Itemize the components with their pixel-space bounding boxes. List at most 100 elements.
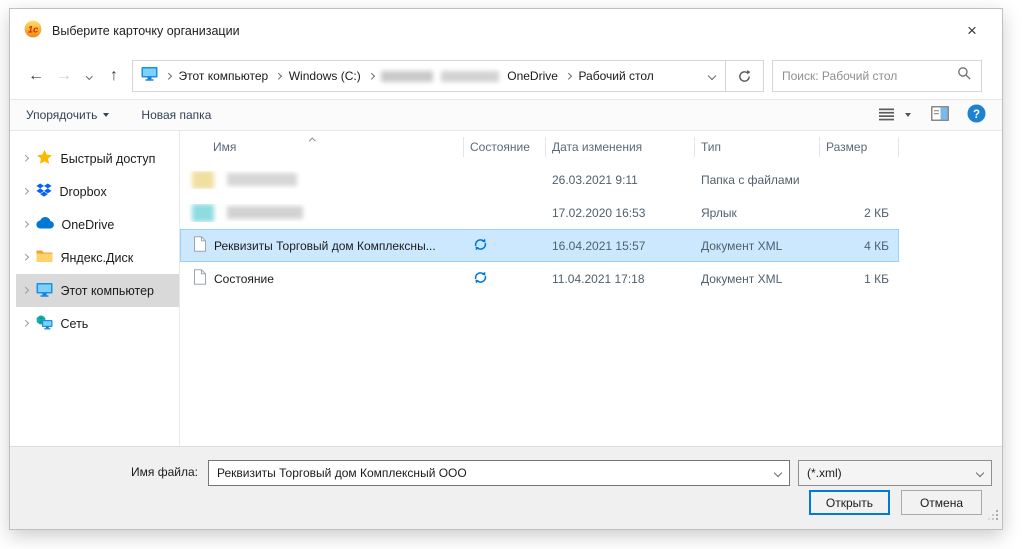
sidebar-item-label: Быстрый доступ (61, 152, 156, 166)
column-header-status[interactable]: Состояние (463, 131, 545, 163)
breadcrumb-item-redacted[interactable] (381, 71, 433, 82)
file-type: Ярлык (694, 206, 819, 220)
breadcrumb-item-drive-c[interactable]: Windows (C:) (289, 69, 361, 83)
new-folder-button[interactable]: Новая папка (141, 108, 211, 122)
filetype-select[interactable]: (*.xml) (798, 460, 992, 486)
forward-button[interactable]: → (50, 62, 78, 90)
close-icon[interactable]: × (956, 16, 988, 46)
sidebar: Быстрый доступ Dropbox OneDrive (10, 131, 180, 446)
history-dropdown-icon[interactable] (78, 62, 100, 90)
sidebar-item-label: Яндекс.Диск (61, 251, 134, 265)
svg-text:?: ? (973, 109, 980, 121)
filename-label: Имя файла: (10, 465, 198, 479)
chevron-down-icon (103, 113, 109, 117)
file-open-dialog: 1с Выберите карточку организации × ← → ↑ (9, 8, 1003, 530)
breadcrumb: Этот компьютер Windows (C:) OneDrive Раб… (133, 61, 699, 91)
details-view-icon[interactable] (878, 107, 895, 124)
expander-icon[interactable] (22, 155, 28, 161)
file-row[interactable]: 26.03.2021 9:11 Папка с файлами (180, 163, 899, 196)
1c-app-icon: 1с (24, 20, 42, 43)
expander-icon[interactable] (22, 320, 28, 326)
expander-icon[interactable] (22, 188, 28, 194)
resize-grip[interactable] (988, 508, 999, 526)
file-row[interactable]: Состояние 11.04.2021 17:18 Документ XML … (180, 262, 899, 295)
file-list: Имя Состояние Дата изменения Тип Размер … (180, 131, 1002, 446)
sidebar-item-label: Сеть (61, 317, 89, 331)
view-controls: ? (878, 104, 986, 126)
file-size: 1 КБ (819, 272, 899, 286)
breadcrumb-item-this-pc[interactable]: Этот компьютер (179, 69, 269, 83)
filename-dropdown-icon[interactable] (767, 461, 789, 485)
column-header-name[interactable]: Имя (180, 131, 463, 163)
column-header-type[interactable]: Тип (694, 131, 819, 163)
column-header-date[interactable]: Дата изменения (545, 131, 694, 163)
file-date: 26.03.2021 9:11 (545, 173, 694, 187)
navigation-bar: ← → ↑ Этот компьютер Windows (C:) (10, 53, 1002, 99)
file-name: Реквизиты Торговый дом Комплексны... (214, 239, 436, 253)
this-pc-icon (141, 66, 158, 86)
svg-text:1с: 1с (28, 24, 39, 35)
sync-icon (473, 237, 488, 255)
sidebar-item-this-pc[interactable]: Этот компьютер (16, 274, 179, 307)
expander-icon[interactable] (22, 287, 28, 293)
sidebar-item-label: Этот компьютер (61, 284, 154, 298)
redacted-file-name (227, 173, 297, 186)
filetype-dropdown-icon[interactable] (969, 461, 991, 485)
sidebar-item-label: Dropbox (60, 185, 107, 199)
expander-icon[interactable] (22, 221, 28, 227)
sidebar-item-dropbox[interactable]: Dropbox (16, 175, 179, 208)
file-type: Документ XML (694, 272, 819, 286)
sidebar-item-quick-access[interactable]: Быстрый доступ (16, 142, 179, 175)
main-area: Быстрый доступ Dropbox OneDrive (10, 131, 1002, 446)
file-name: Состояние (214, 272, 274, 286)
filetype-value: (*.xml) (799, 466, 969, 480)
address-bar[interactable]: Этот компьютер Windows (C:) OneDrive Раб… (132, 60, 764, 92)
open-button[interactable]: Открыть (809, 490, 890, 515)
preview-pane-icon[interactable] (931, 106, 949, 124)
file-size: 2 КБ (819, 206, 899, 220)
computer-icon (36, 282, 53, 300)
file-row-selected[interactable]: Реквизиты Торговый дом Комплексны... 16.… (180, 229, 899, 262)
expander-icon[interactable] (22, 254, 28, 260)
file-row[interactable]: 17.02.2020 16:53 Ярлык 2 КБ (180, 196, 899, 229)
filename-input[interactable] (209, 466, 767, 480)
dropbox-icon (36, 183, 52, 201)
refresh-icon[interactable] (725, 61, 763, 91)
file-date: 17.02.2020 16:53 (545, 206, 694, 220)
search-icon[interactable] (957, 66, 972, 86)
file-type: Документ XML (694, 239, 819, 253)
back-button[interactable]: ← (22, 62, 50, 90)
breadcrumb-item-desktop[interactable]: Рабочий стол (578, 69, 653, 83)
document-icon (192, 269, 207, 288)
column-header-size[interactable]: Размер (819, 131, 899, 163)
file-size: 4 КБ (819, 239, 899, 253)
network-icon (36, 315, 53, 333)
breadcrumb-item-redacted[interactable] (441, 71, 499, 82)
redacted-folder-icon (192, 171, 214, 189)
breadcrumb-item-onedrive[interactable]: OneDrive (507, 69, 558, 83)
up-button[interactable]: ↑ (100, 62, 128, 90)
column-headers: Имя Состояние Дата изменения Тип Размер (180, 131, 1002, 163)
window-title: Выберите карточку организации (52, 24, 240, 38)
help-icon[interactable]: ? (967, 104, 986, 126)
sidebar-item-yandex-disk[interactable]: Яндекс.Диск (16, 241, 179, 274)
star-icon (36, 149, 53, 168)
sidebar-item-network[interactable]: Сеть (16, 307, 179, 340)
footer-bar: Имя файла: (*.xml) Открыть Отмена (10, 446, 1002, 529)
search-box (772, 60, 982, 92)
address-dropdown-icon[interactable] (699, 61, 725, 91)
view-dropdown-icon[interactable] (905, 113, 911, 117)
sidebar-item-label: OneDrive (62, 218, 115, 232)
sidebar-item-onedrive[interactable]: OneDrive (16, 208, 179, 241)
new-folder-label: Новая папка (141, 108, 211, 122)
command-bar: Упорядочить Новая папка (10, 99, 1002, 131)
organize-label: Упорядочить (26, 108, 97, 122)
cancel-button[interactable]: Отмена (901, 490, 982, 515)
filename-combo (208, 460, 790, 486)
redacted-file-name (227, 206, 303, 219)
search-input[interactable] (782, 69, 951, 83)
file-date: 16.04.2021 15:57 (545, 239, 694, 253)
organize-button[interactable]: Упорядочить (26, 108, 109, 122)
redacted-shortcut-icon (192, 204, 214, 222)
onedrive-cloud-icon (36, 217, 54, 232)
